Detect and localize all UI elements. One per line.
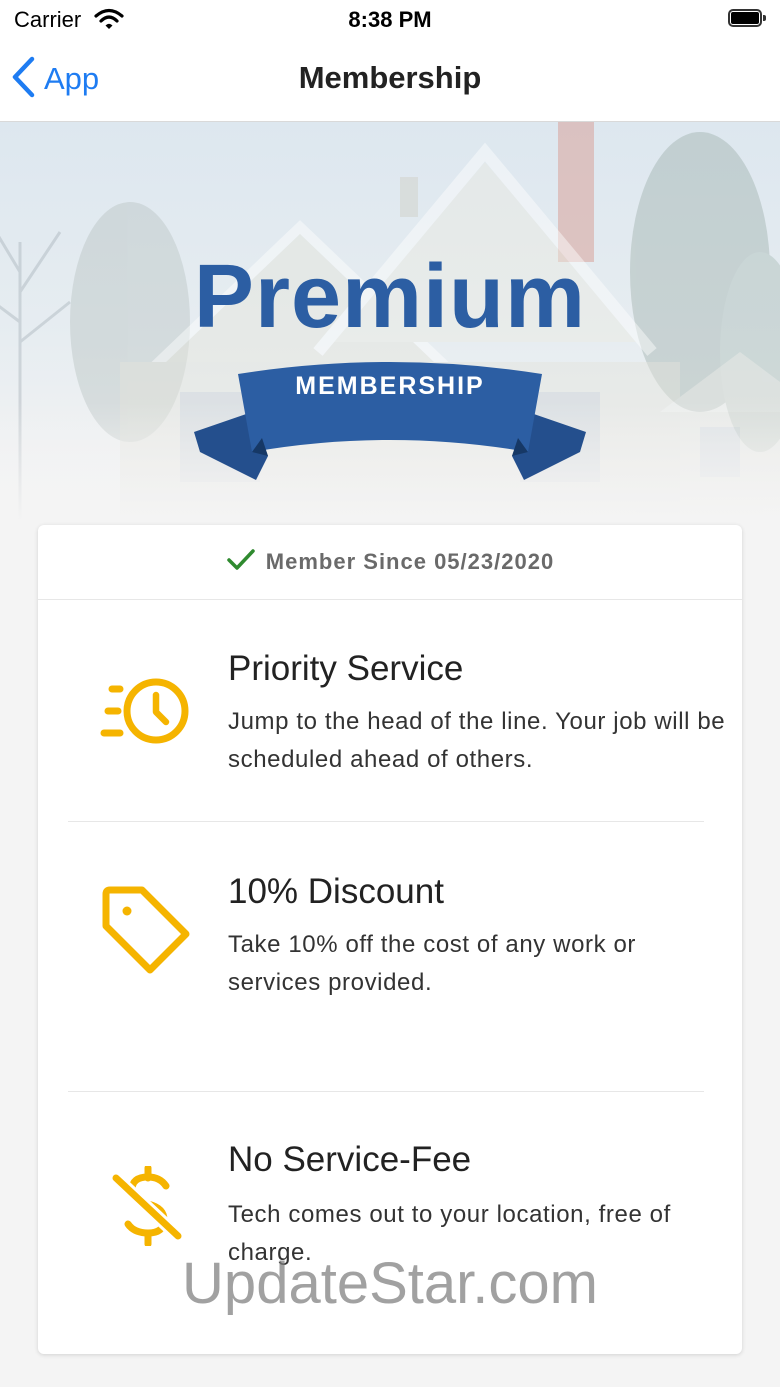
benefit-discount: 10% Discount Take 10% off the cost of an… [38,822,742,1090]
battery-icon [728,9,766,27]
membership-card: Member Since 05/23/2020 Priority Service… [38,525,742,1354]
benefit-description: Take 10% off the cost of any work or ser… [228,931,637,996]
checkmark-icon [226,548,256,577]
benefit-title: 10% Discount [228,872,444,911]
benefit-priority-service: Priority Service Jump to the head of the… [38,599,742,821]
page-title: Membership [298,60,482,95]
hero-banner: Premium MEMBERSHIP [0,122,780,522]
fast-clock-icon [98,675,198,752]
status-time: 8:38 PM [348,7,432,32]
member-since-label: Member Since 05/23/2020 [265,549,555,574]
status-bar: Carrier 8:38 PM [0,0,780,40]
no-dollar-icon [110,1164,186,1251]
price-tag-icon [98,882,194,983]
member-since-row: Member Since 05/23/2020 [38,525,742,600]
benefit-title: No Service-Fee [228,1140,472,1179]
premium-title: Premium [193,247,587,347]
ribbon-label: MEMBERSHIP [295,372,485,400]
benefit-description: Jump to the head of the line. Your job w… [228,708,726,773]
navigation-bar: App Membership [0,40,780,122]
watermark: UpdateStar.com [182,1251,598,1316]
benefit-title: Priority Service [228,649,464,688]
